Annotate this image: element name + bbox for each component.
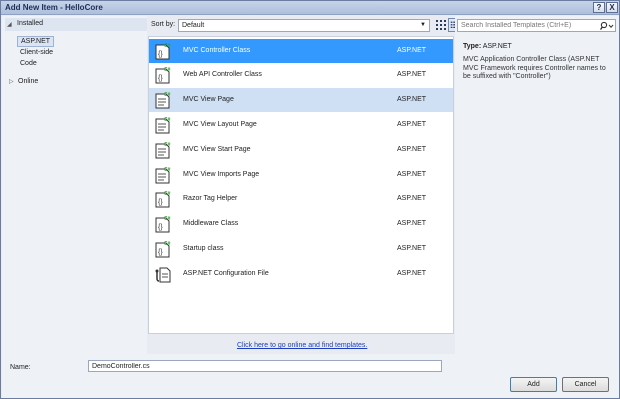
template-category: ASP.NET — [397, 47, 427, 54]
svg-text:C#: C# — [164, 241, 171, 247]
chevron-down-icon: ▼ — [420, 22, 426, 28]
template-item[interactable]: {} C# Middleware Class ASP.NET — [149, 212, 453, 236]
collapsed-triangle-icon[interactable]: ▷ — [9, 78, 14, 85]
template-category: ASP.NET — [397, 171, 427, 178]
search-icon[interactable] — [600, 21, 614, 31]
svg-text:{}: {} — [158, 199, 163, 206]
template-name: MVC View Start Page — [183, 146, 251, 153]
template-item[interactable]: {} C# MVC Controller Class ASP.NET — [149, 39, 453, 63]
tree-node-aspnet[interactable]: ASP.NET — [17, 36, 55, 47]
svg-text:{}: {} — [158, 51, 163, 58]
sort-by-value: Default — [182, 22, 205, 29]
svg-text:C#: C# — [164, 117, 171, 123]
svg-text:C#: C# — [164, 191, 171, 197]
expanded-triangle-icon[interactable]: ◢ — [7, 21, 12, 28]
svg-text:C#: C# — [164, 43, 171, 49]
template-name: MVC Controller Class — [183, 47, 251, 54]
csharp-page-icon: C# — [155, 117, 171, 134]
type-label: Type: — [463, 43, 482, 50]
template-category: ASP.NET — [397, 220, 427, 227]
template-item[interactable]: ASP.NET Configuration File ASP.NET — [149, 262, 453, 286]
svg-text:{}: {} — [158, 249, 163, 256]
search-input[interactable] — [458, 20, 598, 31]
cancel-button[interactable]: Cancel — [562, 377, 609, 392]
template-name: Startup class — [183, 245, 224, 252]
csharp-class-icon: {}C# — [155, 191, 171, 208]
sort-by-dropdown[interactable]: Default ▼ — [178, 19, 430, 32]
template-name: Middleware Class — [183, 220, 239, 227]
template-list: {} C# MVC Controller Class ASP.NET {} C# W… — [148, 36, 454, 334]
template-category: ASP.NET — [397, 270, 427, 277]
tree-node-label: Online — [18, 78, 39, 85]
template-name: MVC View Layout Page — [183, 121, 257, 128]
csharp-class-icon: {}C# — [155, 216, 171, 233]
type-value: ASP.NET — [482, 43, 512, 50]
name-label: Name: — [10, 364, 31, 371]
name-input[interactable] — [88, 360, 442, 372]
tree-node-installed[interactable]: ◢ Installed — [5, 18, 147, 31]
tree-node-label: Installed — [17, 20, 44, 27]
type-row: Type: ASP.NET — [463, 43, 512, 50]
template-tree: ◢ Installed ASP.NET Client-side Code ▷ O… — [2, 16, 147, 354]
template-category: ASP.NET — [397, 71, 427, 78]
template-item[interactable]: C# MVC View Imports Page ASP.NET — [149, 163, 453, 187]
find-templates-online-link[interactable]: Click here to go online and find templat… — [237, 342, 367, 349]
template-category: ASP.NET — [397, 245, 427, 252]
template-item[interactable]: {} C# Startup class ASP.NET — [149, 237, 453, 261]
svg-text:C#: C# — [164, 67, 171, 73]
add-new-item-dialog: Add New Item - HelloCore ? X ◢ Installed… — [0, 0, 620, 399]
tree-node-code[interactable]: Code — [20, 60, 37, 67]
template-name: Razor Tag Helper — [183, 195, 238, 202]
config-file-icon — [155, 267, 171, 283]
template-item[interactable]: C# MVC View Layout Page ASP.NET — [149, 113, 453, 137]
template-item[interactable]: {} C# Razor Tag Helper ASP.NET — [149, 187, 453, 211]
template-name: MVC View Page — [183, 96, 234, 103]
csharp-class-icon: {}C# — [155, 241, 171, 258]
csharp-class-icon: {}C# — [155, 43, 171, 60]
details-pane: Type: ASP.NET MVC Application Controller… — [455, 16, 619, 354]
template-name: Web API Controller Class — [183, 71, 262, 78]
svg-text:C#: C# — [164, 216, 171, 222]
csharp-class-icon: {}C# — [155, 67, 171, 84]
add-button[interactable]: Add — [510, 377, 557, 392]
template-category: ASP.NET — [397, 96, 427, 103]
template-name: ASP.NET Configuration File — [183, 270, 269, 277]
title-bar: Add New Item - HelloCore ? X — [1, 1, 619, 15]
grid-view-icon[interactable] — [435, 19, 447, 32]
svg-text:C#: C# — [164, 142, 171, 148]
template-category: ASP.NET — [397, 195, 427, 202]
template-name: MVC View Imports Page — [183, 171, 260, 178]
tree-node-client-side[interactable]: Client-side — [20, 49, 53, 56]
search-box[interactable] — [457, 19, 616, 32]
template-item[interactable]: {} C# Web API Controller Class ASP.NET — [149, 63, 453, 87]
template-category: ASP.NET — [397, 121, 427, 128]
svg-text:C#: C# — [164, 167, 171, 173]
svg-text:{}: {} — [158, 75, 163, 82]
tree-node-online[interactable]: ▷ Online — [5, 77, 105, 89]
window-title: Add New Item - HelloCore — [5, 3, 103, 12]
svg-text:C#: C# — [164, 92, 171, 98]
template-item[interactable]: C# MVC View Start Page ASP.NET — [149, 138, 453, 162]
csharp-page-icon: C# — [155, 142, 171, 159]
close-button[interactable]: X — [606, 2, 618, 13]
template-item[interactable]: C# MVC View Page ASP.NET — [149, 88, 453, 112]
sort-toolbar: Sort by: Default ▼ — [148, 16, 462, 35]
footer-bar: Name: Add Cancel — [2, 354, 619, 398]
sort-by-label: Sort by: — [151, 21, 176, 28]
svg-text:{}: {} — [158, 224, 163, 231]
help-button[interactable]: ? — [593, 2, 605, 13]
template-description: MVC Application Controller Class (ASP.NE… — [463, 56, 606, 80]
template-category: ASP.NET — [397, 146, 427, 153]
csharp-page-icon: C# — [155, 167, 171, 184]
csharp-page-icon: C# — [155, 92, 171, 109]
